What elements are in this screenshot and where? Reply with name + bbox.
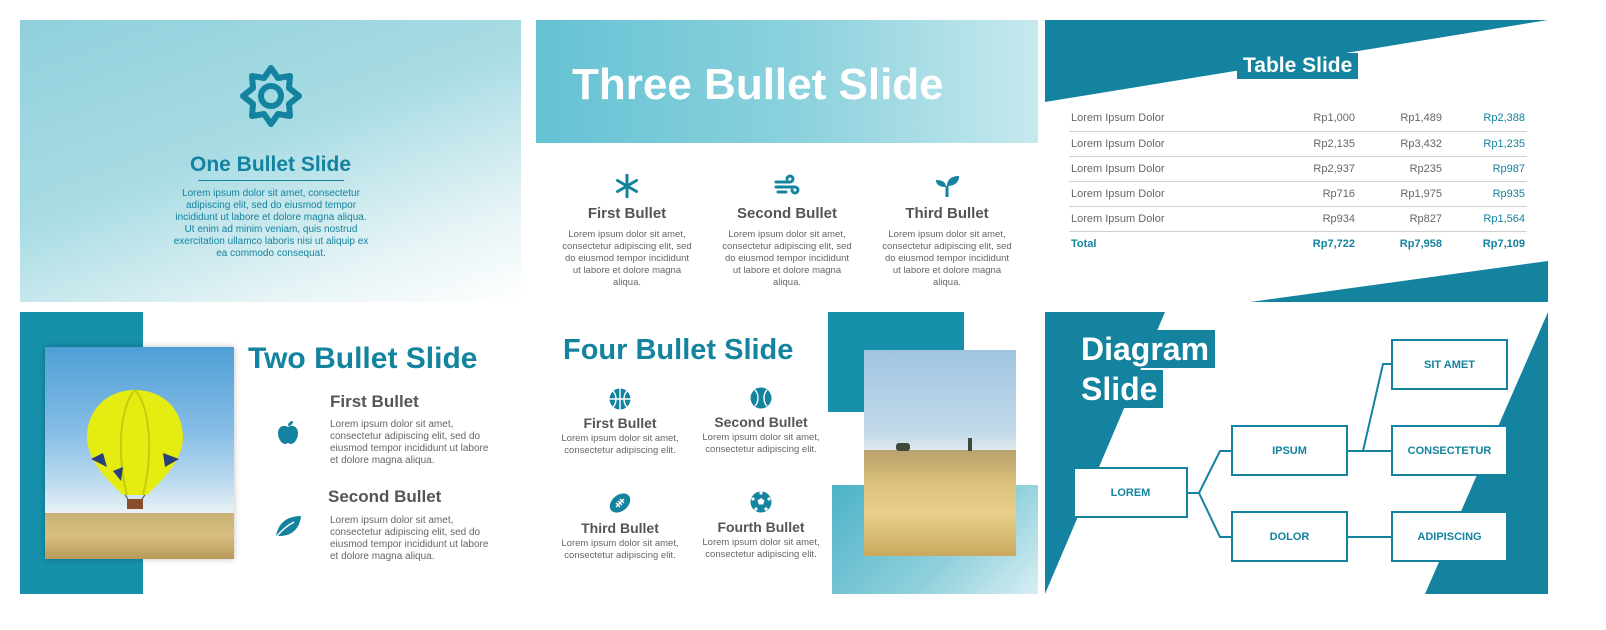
one-bullet-slide: One Bullet Slide Lorem ipsum dolor sit a… bbox=[20, 20, 521, 302]
slide-title: Two Bullet Slide bbox=[248, 342, 478, 375]
bullet-text: Lorem ipsum dolor sit amet, consectetur … bbox=[722, 229, 852, 288]
bullet-heading: Fourth Bullet bbox=[717, 519, 805, 535]
apple-icon bbox=[278, 421, 298, 444]
bullet-column: Fourth Bullet Lorem ipsum dolor sit amet… bbox=[701, 491, 821, 561]
bullet-heading: Second Bullet bbox=[328, 487, 442, 506]
table-cell: Rp935 bbox=[1444, 181, 1527, 207]
table-cell: Rp1,564 bbox=[1444, 206, 1527, 232]
bullet-text: Lorem ipsum dolor sit amet, consectetur … bbox=[561, 538, 679, 561]
row-label: Lorem Ipsum Dolor bbox=[1069, 206, 1269, 232]
bullet-heading: First Bullet bbox=[330, 392, 419, 411]
bullet-column: Second Bullet Lorem ipsum dolor sit amet… bbox=[722, 170, 852, 289]
table-row: Lorem Ipsum Dolor Rp934 Rp827 Rp1,564 bbox=[1069, 206, 1527, 232]
diagram-node-ipsum: IPSUM bbox=[1231, 425, 1348, 476]
bullet-heading: First Bullet bbox=[583, 415, 657, 431]
table-cell: Rp235 bbox=[1357, 156, 1444, 182]
leaf-icon bbox=[275, 516, 301, 538]
diagram-node-dolor: DOLOR bbox=[1231, 511, 1348, 562]
slide-title: Four Bullet Slide bbox=[563, 334, 794, 366]
table-cell: Rp987 bbox=[1444, 156, 1527, 182]
football-icon bbox=[609, 493, 631, 513]
row-label: Lorem Ipsum Dolor bbox=[1069, 131, 1269, 157]
data-table: Lorem Ipsum Dolor Rp1,000 Rp1,489 Rp2,388 Lo… bbox=[1069, 106, 1527, 256]
bullet-column: Third Bullet Lorem ipsum dolor sit amet,… bbox=[882, 170, 1012, 289]
table-cell: Rp1,235 bbox=[1444, 131, 1527, 157]
baseball-icon bbox=[750, 387, 772, 409]
slide-body-text: Lorem ipsum dolor sit amet, consectetur … bbox=[173, 188, 369, 259]
row-label: Lorem Ipsum Dolor bbox=[1069, 181, 1269, 207]
table-cell: Rp7,722 bbox=[1312, 237, 1355, 250]
bullet-heading: First Bullet bbox=[587, 205, 667, 222]
table-row: Lorem Ipsum Dolor Rp2,937 Rp235 Rp987 bbox=[1069, 156, 1527, 182]
bullet-heading: Second Bullet bbox=[736, 205, 837, 222]
title-underline bbox=[198, 180, 344, 181]
four-bullet-slide: Four Bullet Slide First Bullet Lorem ips… bbox=[536, 312, 1038, 594]
table-row: Lorem Ipsum Dolor Rp716 Rp1,975 Rp935 bbox=[1069, 181, 1527, 207]
title-banner: Three Bullet Slide bbox=[536, 20, 1038, 143]
row-label: Lorem Ipsum Dolor bbox=[1069, 156, 1269, 182]
hot-air-balloon-photo bbox=[45, 347, 234, 559]
bullet-heading: Third Bullet bbox=[581, 520, 659, 536]
table-row: Lorem Ipsum Dolor Rp1,000 Rp1,489 Rp2,388 bbox=[1069, 106, 1527, 132]
bullet-text: Lorem ipsum dolor sit amet, consectetur … bbox=[562, 229, 692, 288]
table-cell: Rp934 bbox=[1269, 206, 1357, 232]
basketball-icon bbox=[609, 388, 631, 410]
wind-icon bbox=[774, 174, 800, 195]
table-cell: Rp716 bbox=[1269, 181, 1357, 207]
table-cell: Rp827 bbox=[1357, 206, 1444, 232]
table-cell: Rp1,000 bbox=[1269, 106, 1357, 132]
slide-title-line1: Diagram bbox=[1075, 330, 1216, 368]
slide-title-line2: Slide bbox=[1075, 370, 1164, 408]
gear-icon bbox=[240, 65, 302, 127]
bullet-text: Lorem ipsum dolor sit amet, consectetur … bbox=[702, 537, 820, 560]
table-cell: Rp3,432 bbox=[1357, 131, 1444, 157]
sprout-icon bbox=[936, 176, 959, 197]
soccer-ball-icon bbox=[750, 491, 772, 513]
bullet-heading: Third Bullet bbox=[905, 205, 989, 222]
diagram-slide: Diagram Slide LOREM IPSUM DOLOR SIT AMET… bbox=[1045, 312, 1548, 594]
slide-title: Three Bullet Slide bbox=[572, 60, 944, 109]
row-label: Total bbox=[1071, 237, 1097, 250]
bullet-column: First Bullet Lorem ipsum dolor sit amet,… bbox=[560, 388, 680, 457]
wheat-field-photo bbox=[864, 350, 1016, 556]
diagram-node-consectetur: CONSECTETUR bbox=[1391, 425, 1508, 476]
table-cell: Rp7,109 bbox=[1482, 237, 1525, 250]
bullet-text: Lorem ipsum dolor sit amet, consectetur … bbox=[330, 419, 489, 466]
table-cell: Rp2,388 bbox=[1444, 106, 1527, 132]
bullet-heading: Second Bullet bbox=[714, 414, 808, 430]
table-cell: Rp1,975 bbox=[1357, 181, 1444, 207]
three-bullet-slide: Three Bullet Slide First Bullet Lorem ip… bbox=[536, 20, 1038, 302]
slide-title: Table Slide bbox=[1237, 53, 1359, 79]
bullet-text: Lorem ipsum dolor sit amet, consectetur … bbox=[882, 229, 1012, 288]
diagram-node-adipiscing: ADIPISCING bbox=[1391, 511, 1508, 562]
two-bullet-slide: Two Bullet Slide First Bullet Lorem ipsu… bbox=[20, 312, 521, 594]
bullet-text: Lorem ipsum dolor sit amet, consectetur … bbox=[561, 433, 679, 456]
table-cell: Rp1,489 bbox=[1357, 106, 1444, 132]
diagram-node-root: LOREM bbox=[1073, 467, 1188, 518]
table-row: Lorem Ipsum Dolor Rp2,135 Rp3,432 Rp1,235 bbox=[1069, 131, 1527, 157]
diagram-node-sit-amet: SIT AMET bbox=[1391, 339, 1508, 390]
table-cell: Rp2,937 bbox=[1269, 156, 1357, 182]
bullet-text: Lorem ipsum dolor sit amet, consectetur … bbox=[702, 432, 820, 455]
bullet-text: Lorem ipsum dolor sit amet, consectetur … bbox=[330, 515, 489, 562]
table-slide: Table Slide Lorem Ipsum Dolor Rp1,000 Rp1,… bbox=[1045, 20, 1548, 302]
slide-title: One Bullet Slide bbox=[189, 153, 352, 176]
table-total-row: Total Rp7,722 Rp7,958 Rp7,109 bbox=[1069, 231, 1527, 256]
bullet-column: First Bullet Lorem ipsum dolor sit amet,… bbox=[562, 170, 692, 289]
snowflake-icon bbox=[616, 174, 638, 198]
table-cell: Rp7,958 bbox=[1399, 237, 1442, 250]
bullet-column: Third Bullet Lorem ipsum dolor sit amet,… bbox=[560, 492, 680, 562]
bullet-column: Second Bullet Lorem ipsum dolor sit amet… bbox=[701, 387, 821, 456]
table-cell: Rp2,135 bbox=[1269, 131, 1357, 157]
row-label: Lorem Ipsum Dolor bbox=[1069, 106, 1269, 132]
